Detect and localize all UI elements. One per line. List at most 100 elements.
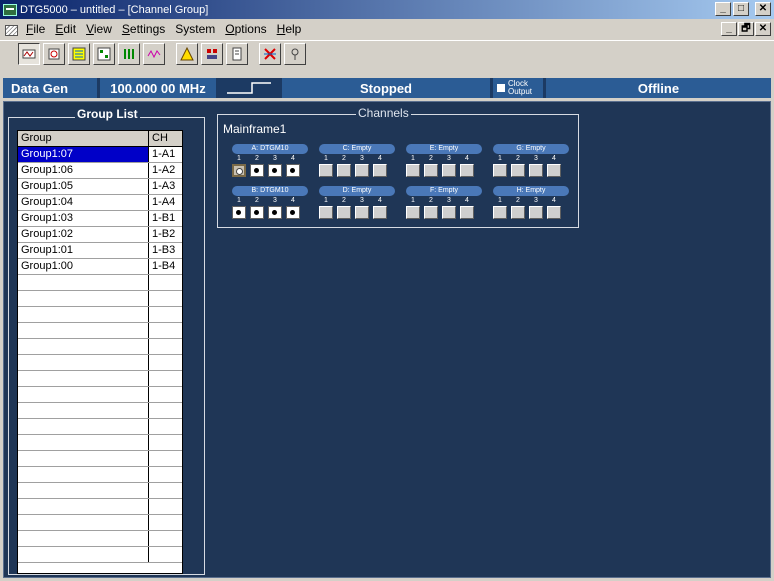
channel-b4-box[interactable] [286,206,300,219]
slot-label[interactable]: H: Empty [493,186,569,196]
channel-h2-box[interactable] [511,206,525,219]
channel-a2-box[interactable] [250,164,264,177]
group-channel-cell[interactable] [149,403,182,418]
channel-a1-box[interactable] [232,164,246,177]
maximize-button[interactable]: □ [733,2,749,16]
channel-d2-box[interactable] [337,206,351,219]
group-row[interactable]: Group1:04 1-A4 [18,195,182,211]
channel-c3-box[interactable] [355,164,369,177]
group-name-cell[interactable]: Group1:01 [18,243,149,258]
group-channel-cell[interactable] [149,323,182,338]
empty-group-row[interactable] [18,275,182,291]
group-channel-cell[interactable] [149,499,182,514]
mdi-minimize-button[interactable]: _ [721,22,737,36]
channel-c1-box[interactable] [319,164,333,177]
channel-d1-box[interactable] [319,206,333,219]
app-icon[interactable] [3,3,17,16]
channel-f3-box[interactable] [442,206,456,219]
channel-e2-box[interactable] [424,164,438,177]
group-name-cell[interactable] [18,307,149,322]
empty-group-row[interactable] [18,291,182,307]
mdi-close-button[interactable]: ✕ [755,22,771,36]
group-row[interactable]: Group1:07 1-A1 [18,147,182,163]
empty-group-row[interactable] [18,371,182,387]
clock-output-checkbox[interactable] [497,84,505,92]
slot-label[interactable]: B: DTGM10 [232,186,308,196]
empty-group-row[interactable] [18,403,182,419]
empty-group-row[interactable] [18,531,182,547]
group-name-cell[interactable] [18,499,149,514]
group-name-cell[interactable] [18,387,149,402]
channel-f2-box[interactable] [424,206,438,219]
group-channel-cell[interactable]: 1-A2 [149,163,182,178]
group-name-cell[interactable] [18,275,149,290]
group-channel-cell[interactable]: 1-B1 [149,211,182,226]
group-name-cell[interactable] [18,419,149,434]
channel-b2-box[interactable] [250,206,264,219]
channel-g1-box[interactable] [493,164,507,177]
minimize-button[interactable]: _ [715,2,731,16]
frequency-display[interactable]: 100.000 00 MHz [100,78,216,98]
close-button[interactable]: ✕ [755,2,771,16]
channel-d4-box[interactable] [373,206,387,219]
empty-group-row[interactable] [18,355,182,371]
slot-label[interactable]: E: Empty [406,144,482,154]
channel-a3-box[interactable] [268,164,282,177]
group-row[interactable]: Group1:05 1-A3 [18,179,182,195]
group-name-cell[interactable] [18,467,149,482]
group-channel-cell[interactable]: 1-B2 [149,227,182,242]
group-channel-cell[interactable] [149,515,182,530]
group-channel-cell[interactable] [149,483,182,498]
group-name-cell[interactable]: Group1:07 [18,147,149,162]
channel-d3-box[interactable] [355,206,369,219]
group-name-cell[interactable]: Group1:04 [18,195,149,210]
menu-item-system[interactable]: System [171,22,221,36]
channel-e1-box[interactable] [406,164,420,177]
slot-label[interactable]: C: Empty [319,144,395,154]
empty-group-row[interactable] [18,323,182,339]
channel-e3-box[interactable] [442,164,456,177]
menu-item-edit[interactable]: Edit [51,22,82,36]
slot-label[interactable]: F: Empty [406,186,482,196]
menu-item-settings[interactable]: Settings [118,22,171,36]
group-row[interactable]: Group1:01 1-B3 [18,243,182,259]
group-name-cell[interactable]: Group1:00 [18,259,149,274]
channel-h1-box[interactable] [493,206,507,219]
menu-item-help[interactable]: Help [273,22,308,36]
group-channel-cell[interactable]: 1-A3 [149,179,182,194]
channel-b1-box[interactable] [232,206,246,219]
group-channel-cell[interactable]: 1-A1 [149,147,182,162]
group-channel-cell[interactable] [149,387,182,402]
group-channel-cell[interactable] [149,467,182,482]
group-name-cell[interactable] [18,355,149,370]
ch-column-header[interactable]: CH [149,131,182,146]
group-channel-cell[interactable] [149,355,182,370]
empty-group-row[interactable] [18,419,182,435]
group-channel-cell[interactable] [149,371,182,386]
group-channel-cell[interactable]: 1-B4 [149,259,182,274]
waveform-button[interactable] [143,42,165,65]
group-name-cell[interactable] [18,371,149,386]
channel-a4-box[interactable] [286,164,300,177]
channel-c4-box[interactable] [373,164,387,177]
group-name-cell[interactable] [18,483,149,498]
group-name-cell[interactable] [18,547,149,562]
document-icon[interactable] [4,23,18,36]
group-name-cell[interactable] [18,515,149,530]
run-state[interactable]: Stopped [282,78,490,98]
cross-button[interactable] [259,42,281,65]
group-name-cell[interactable] [18,435,149,450]
empty-group-row[interactable] [18,435,182,451]
channel-g4-box[interactable] [547,164,561,177]
group-name-cell[interactable]: Group1:03 [18,211,149,226]
group-column-header[interactable]: Group [18,131,149,146]
group-channel-cell[interactable] [149,547,182,562]
group-name-cell[interactable] [18,323,149,338]
group-name-cell[interactable] [18,339,149,354]
settings-button[interactable] [43,42,65,65]
empty-group-row[interactable] [18,483,182,499]
group-name-cell[interactable] [18,403,149,418]
empty-group-row[interactable] [18,467,182,483]
channel-h3-box[interactable] [529,206,543,219]
empty-group-row[interactable] [18,387,182,403]
